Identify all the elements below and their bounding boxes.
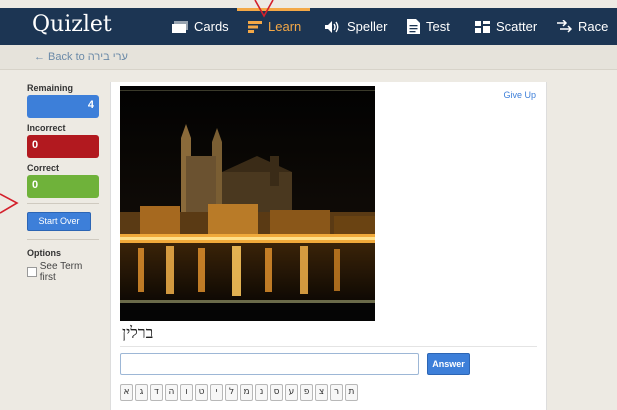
answer-input[interactable] [120, 353, 419, 375]
learn-card: Give Up ברלין Answer א ג ד ה ו ט י ל מ נ… [110, 82, 547, 410]
grid-icon [475, 20, 490, 33]
letter-button[interactable]: ע [285, 384, 298, 401]
letter-button[interactable]: צ [315, 384, 328, 401]
cards-icon [172, 20, 188, 33]
back-link-prefix: ← Back to [34, 51, 85, 63]
top-navbar: Quizlet Cards Learn Speller Test Scatter [0, 8, 617, 45]
speaker-icon [325, 20, 341, 33]
letter-button[interactable]: מ [240, 384, 253, 401]
nav-speller-label: Speller [347, 19, 388, 34]
term-divider [120, 346, 537, 347]
nav-race-label: Race [578, 19, 609, 34]
nav-cards[interactable]: Cards [172, 8, 229, 45]
letter-button[interactable]: ס [270, 384, 283, 401]
see-term-first-checkbox[interactable] [27, 267, 37, 277]
remaining-count: 4 [27, 95, 99, 118]
letter-button[interactable]: ו [180, 384, 193, 401]
incorrect-label: Incorrect [27, 123, 66, 133]
correct-label: Correct [27, 163, 60, 173]
letter-button[interactable]: ד [150, 384, 163, 401]
letter-button[interactable]: ל [225, 384, 238, 401]
back-link[interactable]: ← Back to ערי בירה [34, 51, 128, 63]
nav-test[interactable]: Test [407, 8, 450, 45]
sidebar-divider [27, 203, 99, 204]
hebrew-letter-keyboard: אגדהוטילמנסעפצרת [120, 384, 360, 401]
nav-test-label: Test [426, 19, 450, 34]
letter-button[interactable]: א [120, 384, 133, 401]
nav-scatter-label: Scatter [496, 19, 538, 34]
letter-button[interactable]: ג [135, 384, 148, 401]
incorrect-count: 0 [27, 135, 99, 158]
letter-button[interactable]: ה [165, 384, 178, 401]
race-icon [556, 20, 572, 33]
nav-speller[interactable]: Speller [325, 8, 387, 45]
start-over-button[interactable]: Start Over [27, 212, 91, 231]
letter-button[interactable]: ט [195, 384, 208, 401]
term-image [120, 86, 375, 321]
annotation-arrow-down [254, 0, 274, 18]
remaining-label: Remaining [27, 83, 74, 93]
letter-button[interactable]: י [210, 384, 223, 401]
annotation-arrow-right [0, 193, 19, 214]
letter-button[interactable]: ת [345, 384, 358, 401]
nav-scatter[interactable]: Scatter [475, 8, 537, 45]
see-term-first-label: See Term first [39, 261, 83, 283]
breadcrumb-bar: ← Back to ערי בירה [0, 45, 617, 70]
nav-race[interactable]: Race [556, 8, 608, 45]
back-link-set-name: ערי בירה [87, 51, 128, 63]
document-icon [407, 19, 420, 34]
quizlet-logo[interactable]: Quizlet [32, 12, 112, 37]
answer-button[interactable]: Answer [427, 353, 470, 375]
nav-learn-label: Learn [268, 19, 302, 34]
give-up-link[interactable]: Give Up [503, 90, 536, 100]
options-title: Options [27, 248, 61, 258]
learn-icon [248, 20, 262, 33]
sidebar-divider [27, 239, 99, 240]
letter-button[interactable]: ר [330, 384, 343, 401]
correct-count: 0 [27, 175, 99, 198]
term-text: ברלין [122, 323, 154, 342]
nav-cards-label: Cards [194, 19, 229, 34]
letter-button[interactable]: פ [300, 384, 313, 401]
letter-button[interactable]: נ [255, 384, 268, 401]
see-term-first-option[interactable]: See Term first [27, 261, 99, 283]
progress-sidebar: Remaining 4 Incorrect 0 Correct 0 Start … [27, 83, 99, 283]
